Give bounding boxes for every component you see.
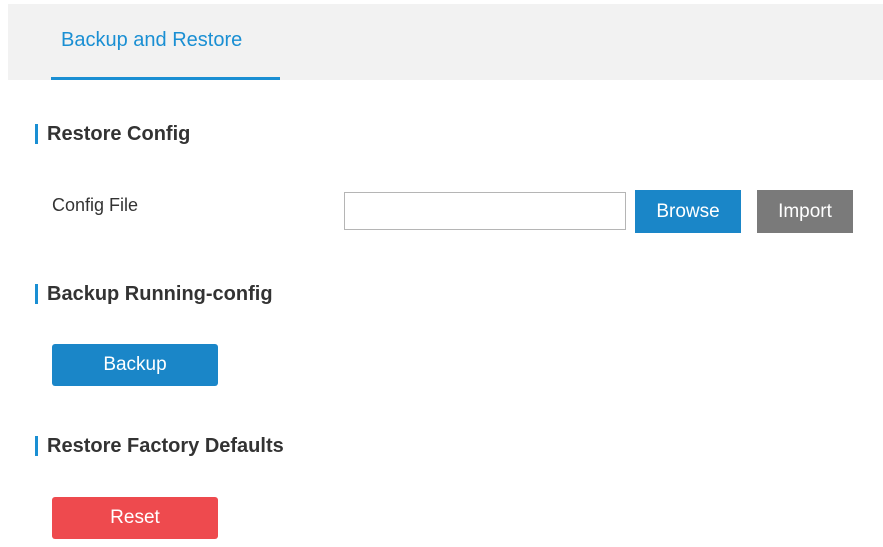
restore-config-heading: Restore Config bbox=[47, 122, 191, 145]
backup-restore-page: Backup and Restore Restore Config Config… bbox=[0, 0, 883, 547]
config-file-input[interactable] bbox=[344, 192, 626, 230]
backup-running-config-heading: Backup Running-config bbox=[47, 282, 273, 305]
restore-factory-defaults-heading: Restore Factory Defaults bbox=[47, 434, 284, 457]
restore-factory-defaults-section-title: Restore Factory Defaults bbox=[35, 435, 284, 457]
backup-running-config-section-title: Backup Running-config bbox=[35, 283, 273, 305]
browse-button[interactable]: Browse bbox=[635, 190, 741, 233]
tab-backup-and-restore[interactable]: Backup and Restore bbox=[51, 4, 280, 80]
section-accent-bar bbox=[35, 436, 38, 456]
import-button[interactable]: Import bbox=[757, 190, 853, 233]
section-accent-bar bbox=[35, 124, 38, 144]
config-file-label: Config File bbox=[52, 195, 139, 215]
section-accent-bar bbox=[35, 284, 38, 304]
tab-backup-and-restore-label: Backup and Restore bbox=[61, 29, 243, 51]
backup-button[interactable]: Backup bbox=[52, 344, 218, 386]
reset-button[interactable]: Reset bbox=[52, 497, 218, 539]
restore-config-section-title: Restore Config bbox=[35, 123, 190, 145]
tab-bar: Backup and Restore bbox=[8, 4, 883, 80]
